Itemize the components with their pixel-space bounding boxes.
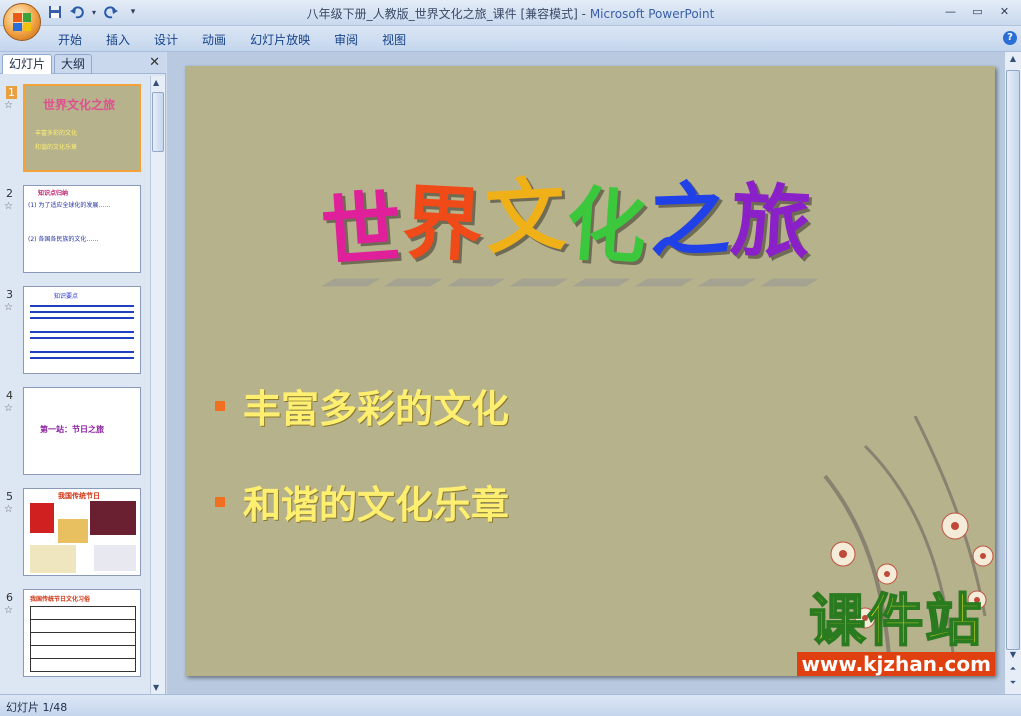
window-controls: — ▭ ✕ bbox=[938, 2, 1017, 20]
window-title: 八年级下册_人教版_世界文化之旅_课件 [兼容模式] - Microsoft P… bbox=[306, 7, 715, 21]
animation-star-icon: ☆ bbox=[4, 302, 13, 313]
scrollbar-thumb[interactable] bbox=[1006, 70, 1020, 650]
slide-editor: ▬▬▬▬▬▬▬▬ 世界文化之旅 丰富多彩的文化 和谐的文化乐章 课件站 www.… bbox=[167, 52, 1021, 694]
scrollbar-thumb[interactable] bbox=[152, 92, 164, 152]
bullet-item[interactable]: 丰富多彩的文化 bbox=[215, 378, 509, 433]
slide-preview: 世界文化之旅 丰富多彩的文化 和谐的文化乐章 bbox=[23, 84, 141, 172]
preview-line: (1) 为了适应全球化的发展…… bbox=[28, 202, 111, 209]
slide-preview: 我国传统节日 bbox=[23, 488, 141, 576]
preview-image bbox=[30, 545, 76, 573]
animation-star-icon: ☆ bbox=[4, 201, 13, 212]
preview-line: 丰富多彩的文化 bbox=[35, 130, 78, 137]
tab-insert[interactable]: 插入 bbox=[94, 31, 142, 49]
preview-image bbox=[90, 501, 136, 535]
preview-image bbox=[94, 545, 136, 571]
slide-preview: 知识点归纳 (1) 为了适应全球化的发展…… (2) 各国各民族的文化…… bbox=[23, 185, 141, 273]
slide-preview: 知识要点 bbox=[23, 286, 141, 374]
pane-tabs: 幻灯片 大纲 ✕ bbox=[0, 52, 166, 74]
preview-line: 和谐的文化乐章 bbox=[35, 144, 78, 151]
slide-counter: 幻灯片 1/48 bbox=[6, 701, 68, 714]
preview-text-block bbox=[30, 305, 134, 307]
maximize-icon[interactable]: ▭ bbox=[965, 2, 990, 20]
animation-star-icon: ☆ bbox=[4, 605, 13, 616]
slide-number: 3 bbox=[6, 288, 13, 301]
tab-slideshow[interactable]: 幻灯片放映 bbox=[238, 31, 322, 49]
scroll-down-icon[interactable]: ▼ bbox=[153, 683, 159, 692]
help-icon[interactable]: ? bbox=[1003, 31, 1017, 45]
bullet-text: 丰富多彩的文化 bbox=[243, 387, 510, 431]
scroll-up-icon[interactable]: ▲ bbox=[1005, 54, 1021, 68]
office-button[interactable] bbox=[3, 3, 41, 41]
tab-outline[interactable]: 大纲 bbox=[54, 54, 93, 74]
editor-scrollbar[interactable]: ▲ ▼ ⏶ ⏷ bbox=[1004, 52, 1021, 694]
minimize-icon[interactable]: — bbox=[938, 2, 963, 20]
slide-preview: 我国传统节日文化习俗 bbox=[23, 589, 141, 677]
office-logo-icon bbox=[13, 13, 31, 31]
ribbon: 开始 插入 设计 动画 幻灯片放映 审阅 视图 ? bbox=[0, 26, 1021, 52]
watermark-url: www.kjzhan.com bbox=[797, 652, 995, 676]
current-slide[interactable]: ▬▬▬▬▬▬▬▬ 世界文化之旅 丰富多彩的文化 和谐的文化乐章 课件站 www.… bbox=[185, 66, 995, 676]
next-slide-icon[interactable]: ⏷ bbox=[1005, 678, 1021, 692]
preview-title: 我国传统节日 bbox=[58, 492, 100, 500]
tab-design[interactable]: 设计 bbox=[142, 31, 190, 49]
watermark-logo: 课件站 bbox=[808, 589, 984, 654]
preview-title: 我国传统节日文化习俗 bbox=[30, 596, 91, 603]
scroll-up-icon[interactable]: ▲ bbox=[153, 78, 159, 87]
document-name: 八年级下册_人教版_世界文化之旅_课件 [兼容模式] bbox=[306, 7, 578, 21]
preview-title: 世界文化之旅 bbox=[43, 98, 116, 112]
close-icon[interactable]: ✕ bbox=[992, 2, 1017, 20]
title-char: 旅 bbox=[728, 173, 816, 272]
slide-thumbnails: 1 ☆ 世界文化之旅 丰富多彩的文化 和谐的文化乐章 2 ☆ 知识点归纳 (1)… bbox=[0, 76, 150, 694]
preview-title: 知识要点 bbox=[54, 293, 79, 300]
preview-table bbox=[30, 606, 136, 672]
preview-title: 第一站：节日之旅 bbox=[40, 425, 104, 434]
bullet-text: 和谐的文化乐章 bbox=[243, 483, 510, 527]
close-pane-icon[interactable]: ✕ bbox=[149, 55, 160, 70]
title-char: 世 bbox=[318, 181, 407, 280]
slide-number: 6 bbox=[6, 591, 13, 604]
app-name: Microsoft PowerPoint bbox=[589, 7, 715, 21]
preview-image bbox=[58, 519, 88, 543]
title-char: 化 bbox=[563, 177, 652, 276]
tab-home[interactable]: 开始 bbox=[46, 31, 94, 49]
slide-number: 4 bbox=[6, 389, 13, 402]
bullet-marker-icon bbox=[215, 400, 225, 411]
slide-number: 5 bbox=[6, 490, 13, 503]
status-bar: 幻灯片 1/48 bbox=[0, 694, 1021, 716]
slides-pane: 幻灯片 大纲 ✕ 1 ☆ 世界文化之旅 丰富多彩的文化 和谐的文化乐章 2 ☆ … bbox=[0, 52, 166, 694]
title-char: 界 bbox=[400, 175, 488, 274]
tab-view[interactable]: 视图 bbox=[370, 31, 418, 49]
animation-star-icon: ☆ bbox=[4, 504, 13, 515]
animation-star-icon: ☆ bbox=[4, 403, 13, 414]
title-char: 文 bbox=[482, 167, 570, 266]
preview-title: 知识点归纳 bbox=[38, 190, 69, 197]
thumbnails-scrollbar[interactable]: ▲ ▼ bbox=[150, 76, 165, 694]
slide-number: 2 bbox=[6, 187, 13, 200]
tab-animation[interactable]: 动画 bbox=[190, 31, 238, 49]
scroll-down-icon[interactable]: ▼ bbox=[1005, 650, 1021, 664]
slide-preview: 第一站：节日之旅 bbox=[23, 387, 141, 475]
title-bar: ▾ ▾ 八年级下册_人教版_世界文化之旅_课件 [兼容模式] - Microso… bbox=[0, 0, 1021, 41]
preview-line: (2) 各国各民族的文化…… bbox=[28, 236, 99, 243]
bullet-marker-icon bbox=[215, 496, 225, 507]
watermark: 课件站 www.kjzhan.com bbox=[797, 589, 995, 676]
bullet-item[interactable]: 和谐的文化乐章 bbox=[215, 474, 509, 529]
previous-slide-icon[interactable]: ⏶ bbox=[1005, 664, 1021, 678]
title-char: 之 bbox=[647, 172, 733, 269]
ribbon-tabs: 开始 插入 设计 动画 幻灯片放映 审阅 视图 bbox=[46, 31, 418, 49]
animation-star-icon: ☆ bbox=[4, 100, 13, 111]
slide-title[interactable]: 世界文化之旅 bbox=[318, 166, 815, 282]
slide-number: 1 bbox=[6, 86, 17, 99]
preview-image bbox=[30, 503, 54, 533]
tab-review[interactable]: 审阅 bbox=[322, 31, 370, 49]
tab-slides[interactable]: 幻灯片 bbox=[2, 54, 53, 74]
